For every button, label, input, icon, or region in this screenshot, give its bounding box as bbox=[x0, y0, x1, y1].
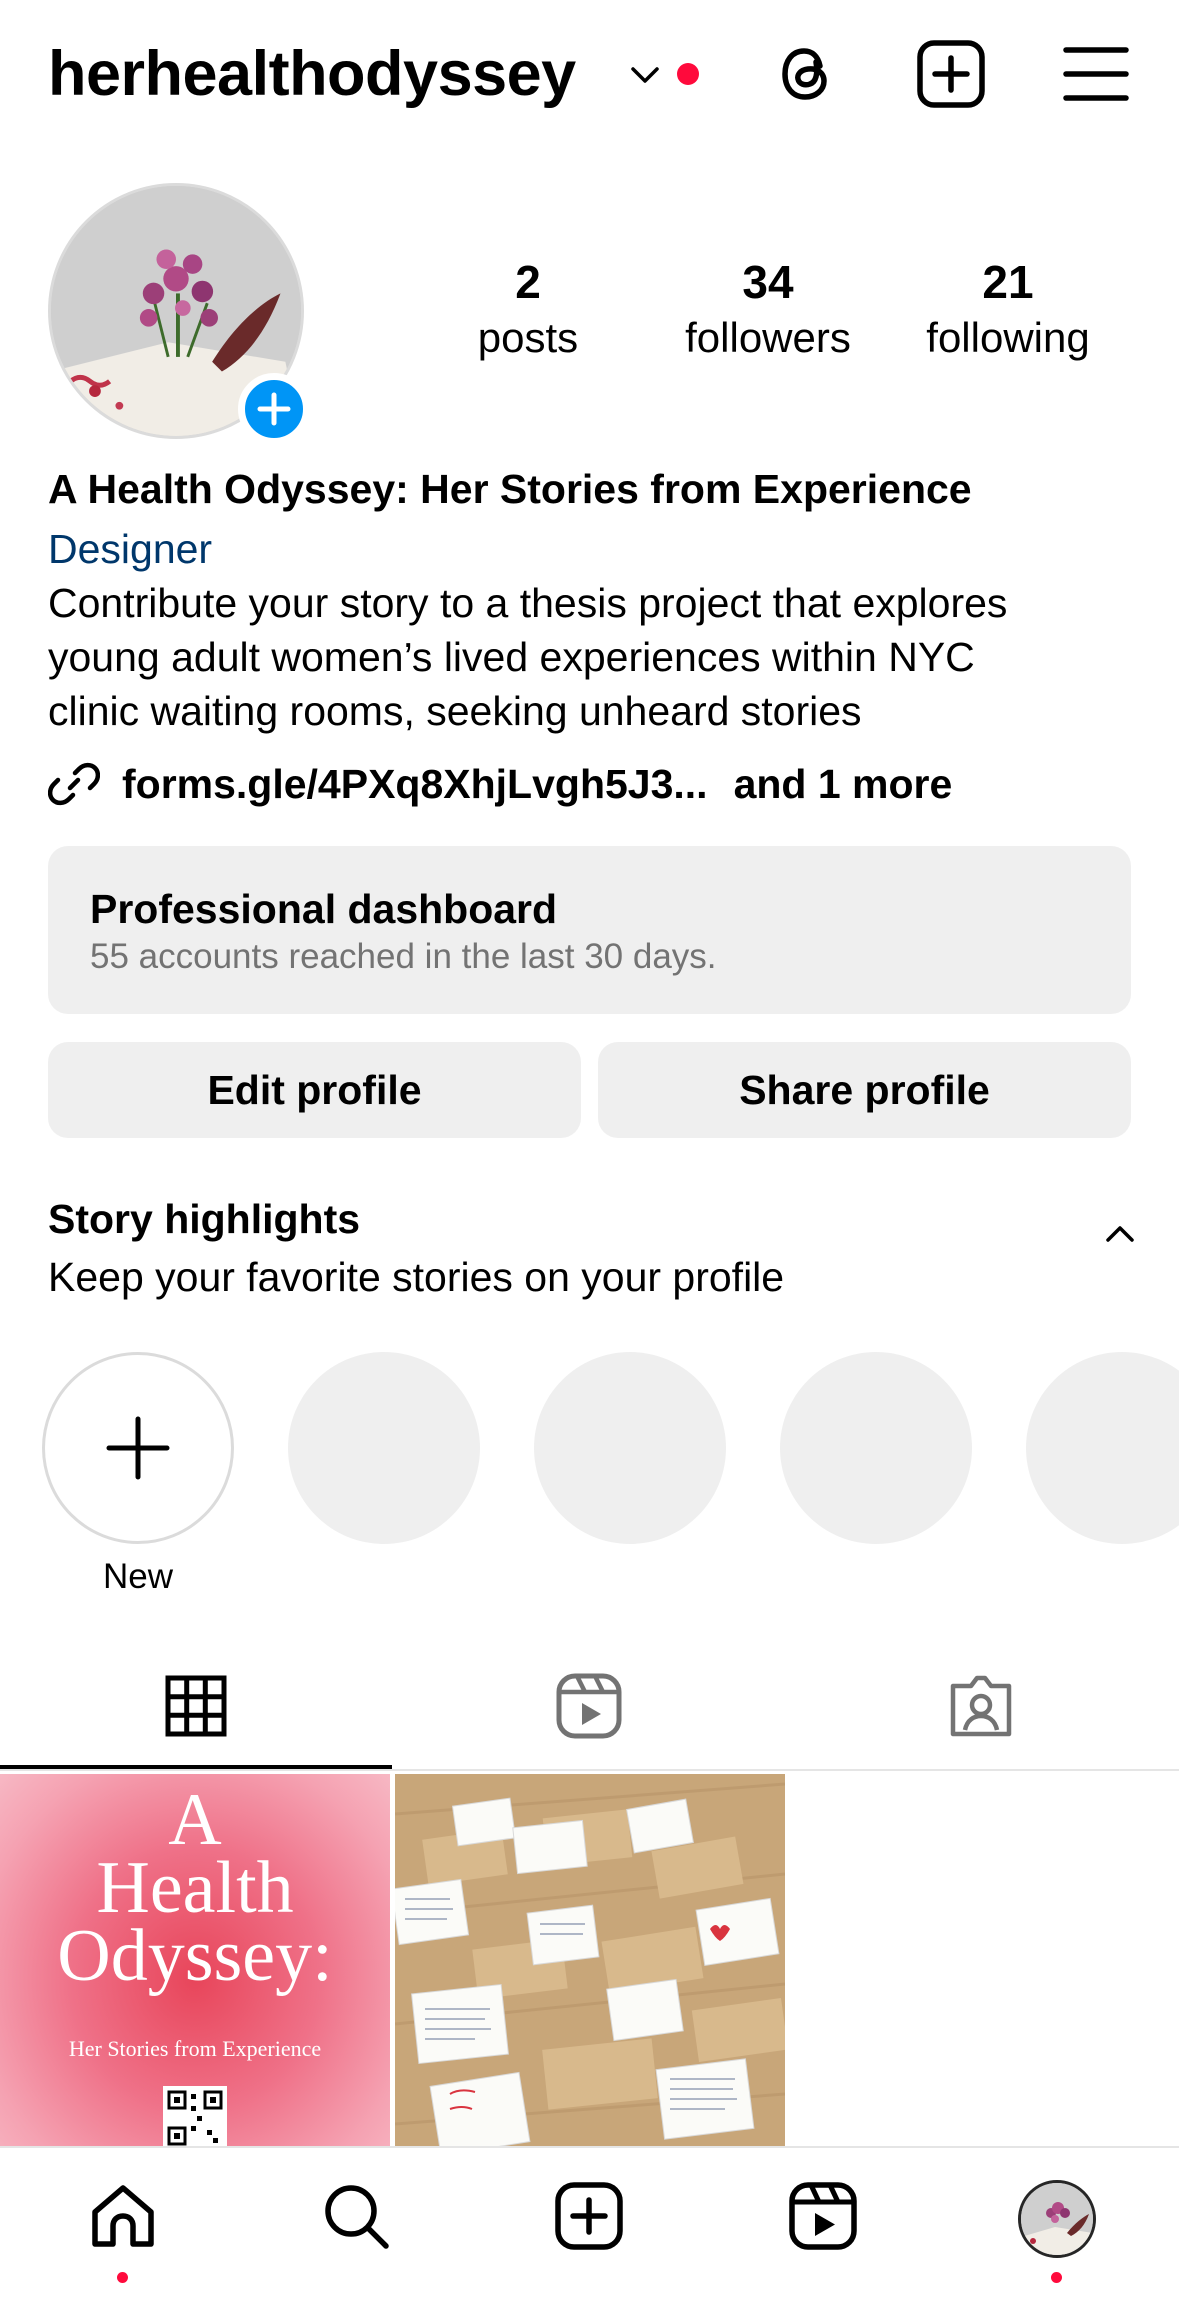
tab-reels[interactable] bbox=[553, 1670, 625, 1742]
create-icon[interactable] bbox=[913, 36, 989, 112]
notification-dot bbox=[117, 2272, 128, 2283]
stat-posts[interactable]: 2 posts bbox=[408, 252, 648, 364]
bio-line: clinic waiting rooms, seeking unheard st… bbox=[48, 688, 862, 734]
highlights-title: Story highlights bbox=[48, 1196, 361, 1242]
profile-full-name: A Health Odyssey: Her Stories from Exper… bbox=[48, 466, 972, 512]
menu-icon[interactable] bbox=[1058, 36, 1134, 112]
highlights-subtitle: Keep your favorite stories on your profi… bbox=[48, 1254, 785, 1300]
post-title: A Health Odyssey: bbox=[0, 1779, 390, 1997]
qr-code-icon bbox=[163, 2086, 227, 2146]
highlight-placeholder bbox=[534, 1352, 726, 1544]
highlight-placeholder bbox=[1026, 1352, 1179, 1544]
profile-username[interactable]: herhealthodyssey bbox=[48, 34, 576, 114]
grid-icon bbox=[165, 1675, 227, 1737]
post-title-line: Odyssey: bbox=[57, 1915, 333, 1997]
divider bbox=[0, 1769, 1179, 1771]
highlight-placeholder bbox=[288, 1352, 480, 1544]
stat-following-label: following bbox=[926, 314, 1090, 361]
profile-nav-avatar[interactable] bbox=[1018, 2180, 1096, 2258]
dashboard-title: Professional dashboard bbox=[90, 886, 558, 932]
bio-line: Contribute your story to a thesis projec… bbox=[48, 580, 1008, 626]
stat-following-count: 21 bbox=[982, 256, 1034, 308]
home-icon[interactable] bbox=[85, 2178, 161, 2254]
reels-icon bbox=[556, 1673, 622, 1739]
profile-bio: Contribute your story to a thesis projec… bbox=[48, 576, 1138, 738]
notification-dot bbox=[1051, 2272, 1062, 2283]
share-profile-button[interactable]: Share profile bbox=[598, 1042, 1131, 1138]
dashboard-subtitle: 55 accounts reached in the last 30 days. bbox=[90, 937, 717, 976]
post-title-line: A bbox=[168, 1779, 222, 1861]
profile-link[interactable]: forms.gle/4PXq8XhjLvgh5J3... and 1 more bbox=[48, 754, 952, 814]
threads-icon[interactable] bbox=[768, 36, 844, 112]
add-story-button[interactable] bbox=[238, 373, 310, 445]
stat-following[interactable]: 21 following bbox=[888, 252, 1128, 364]
bio-line: young adult women’s lived experiences wi… bbox=[48, 634, 975, 680]
highlight-placeholder bbox=[780, 1352, 972, 1544]
post-title-line: Health bbox=[96, 1847, 294, 1929]
tab-tagged[interactable] bbox=[945, 1670, 1017, 1742]
post-subtitle: Her Stories from Experience bbox=[68, 2036, 322, 2061]
new-highlight-button[interactable] bbox=[42, 1352, 234, 1544]
link-icon bbox=[48, 758, 122, 810]
new-highlight-label: New bbox=[102, 1557, 174, 1596]
create-icon[interactable] bbox=[551, 2178, 627, 2254]
post-thumbnail[interactable] bbox=[395, 1774, 785, 2146]
chevron-down-icon[interactable] bbox=[628, 58, 662, 92]
reels-icon[interactable] bbox=[785, 2178, 861, 2254]
search-icon[interactable] bbox=[318, 2178, 394, 2254]
stat-followers-count: 34 bbox=[742, 256, 794, 308]
professional-dashboard[interactable]: Professional dashboard 55 accounts reach… bbox=[48, 846, 1131, 1014]
stat-followers[interactable]: 34 followers bbox=[648, 252, 888, 364]
notification-dot bbox=[677, 63, 699, 85]
stat-followers-label: followers bbox=[685, 314, 851, 361]
chevron-up-icon[interactable] bbox=[1100, 1218, 1140, 1248]
post-thumbnail[interactable]: A Health Odyssey: Her Stories from Exper… bbox=[0, 1774, 390, 2146]
tab-grid[interactable] bbox=[160, 1670, 232, 1742]
profile-category: Designer bbox=[48, 526, 213, 572]
post-image-notes bbox=[395, 1774, 785, 2146]
link-url[interactable]: forms.gle/4PXq8XhjLvgh5J3... bbox=[122, 761, 708, 808]
stat-posts-count: 2 bbox=[515, 256, 541, 308]
stat-posts-label: posts bbox=[477, 314, 579, 361]
edit-profile-button[interactable]: Edit profile bbox=[48, 1042, 581, 1138]
tagged-icon bbox=[950, 1675, 1012, 1737]
link-more[interactable]: and 1 more bbox=[734, 761, 953, 808]
